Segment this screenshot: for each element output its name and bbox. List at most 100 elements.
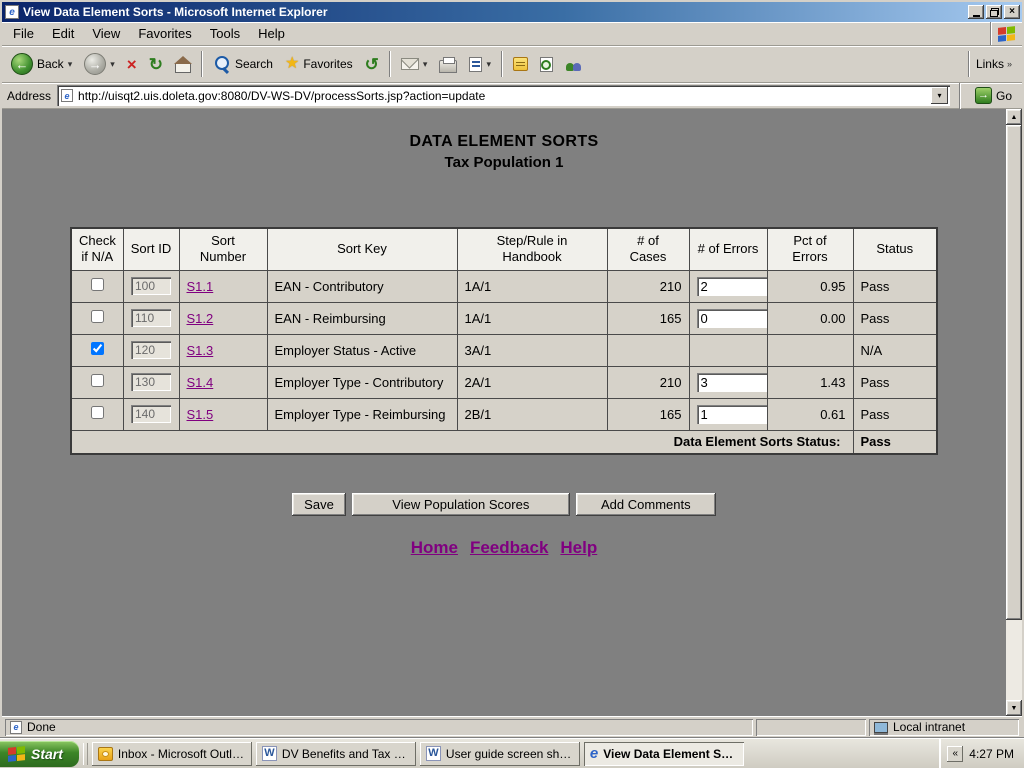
messenger-icon <box>565 57 582 71</box>
table-row: S1.2 EAN - Reimbursing 1A/1 165 0.00 Pas… <box>71 302 937 334</box>
mail-dropdown-icon[interactable]: ▾ <box>423 59 428 70</box>
status-cell: Pass <box>853 302 937 334</box>
start-button[interactable]: Start <box>0 741 79 767</box>
tray-expand-button[interactable]: « <box>947 746 963 762</box>
sort-number-link[interactable]: S1.2 <box>187 311 214 326</box>
sort-id-input[interactable] <box>131 373 171 391</box>
taskbar-item-word-1[interactable]: W DV Benefits and Tax Han... <box>256 742 416 766</box>
sort-number-link[interactable]: S1.1 <box>187 279 214 294</box>
ie-logo-icon: e <box>5 5 19 19</box>
menu-view[interactable]: View <box>83 23 129 44</box>
go-button[interactable]: → Go <box>970 84 1017 108</box>
address-input[interactable] <box>78 88 926 103</box>
sort-number-link[interactable]: S1.3 <box>187 343 214 358</box>
word-icon: W <box>426 746 441 761</box>
menu-tools[interactable]: Tools <box>201 23 249 44</box>
step-rule-cell: 1A/1 <box>457 270 607 302</box>
search-button[interactable]: Search <box>208 49 278 80</box>
security-zone-panel: Local intranet <box>869 719 1019 736</box>
sort-number-link[interactable]: S1.4 <box>187 375 214 390</box>
windows-logo <box>990 22 1022 45</box>
print-icon <box>439 60 457 73</box>
cases-cell: 210 <box>607 366 689 398</box>
col-header-pct: Pct of Errors <box>767 228 853 270</box>
overall-status-label: Data Element Sorts Status: <box>71 430 853 454</box>
scroll-down-button[interactable]: ▼ <box>1006 700 1022 716</box>
menu-favorites[interactable]: Favorites <box>129 23 200 44</box>
print-button[interactable] <box>434 49 462 80</box>
mail-button[interactable]: ▾ <box>396 49 433 80</box>
links-bar[interactable]: Links » <box>959 51 1018 77</box>
page-title: DATA ELEMENT SORTS <box>2 133 1006 151</box>
stop-button[interactable]: × <box>122 49 142 80</box>
na-checkbox[interactable] <box>91 342 104 355</box>
table-footer-row: Data Element Sorts Status: Pass <box>71 430 937 454</box>
restore-button[interactable] <box>986 5 1002 19</box>
menu-edit[interactable]: Edit <box>43 23 83 44</box>
vertical-scrollbar[interactable]: ▲ ▼ <box>1006 109 1022 716</box>
status-page-icon: e <box>10 721 22 734</box>
menu-help[interactable]: Help <box>249 23 294 44</box>
taskbar-item-word-2[interactable]: W User guide screen shots ... <box>420 742 580 766</box>
edit-button[interactable]: ▾ <box>464 49 496 80</box>
quick-launch-handle[interactable] <box>83 743 88 765</box>
sorts-table: Check if N/A Sort ID Sort Number Sort Ke… <box>70 227 938 455</box>
scrollbar-track[interactable] <box>1006 125 1022 700</box>
feedback-link[interactable]: Feedback <box>470 538 548 558</box>
links-chevron-icon[interactable]: » <box>1007 59 1012 69</box>
header-row: Check if N/A Sort ID Sort Number Sort Ke… <box>71 228 937 270</box>
cases-cell: 210 <box>607 270 689 302</box>
errors-input[interactable] <box>697 405 767 424</box>
toolbar-separator <box>501 51 503 77</box>
close-button[interactable]: × <box>1004 5 1020 19</box>
sort-id-input[interactable] <box>131 341 171 359</box>
address-bar: Address e ▾ → Go <box>2 83 1022 109</box>
research-button[interactable] <box>535 49 558 80</box>
menu-file[interactable]: File <box>4 23 43 44</box>
errors-input[interactable] <box>697 309 767 328</box>
add-comments-button[interactable]: Add Comments <box>576 493 716 516</box>
taskbar-item-outlook[interactable]: Inbox - Microsoft Outlook <box>92 742 252 766</box>
status-cell: Pass <box>853 398 937 430</box>
refresh-icon: ↻ <box>149 56 163 73</box>
view-population-scores-button[interactable]: View Population Scores <box>352 493 570 516</box>
refresh-button[interactable]: ↻ <box>144 49 168 80</box>
messenger-button[interactable] <box>560 49 587 80</box>
minimize-button[interactable] <box>968 5 984 19</box>
forward-dropdown-icon[interactable]: ▾ <box>110 59 115 70</box>
na-checkbox[interactable] <box>91 278 104 291</box>
edit-dropdown-icon[interactable]: ▾ <box>486 59 491 70</box>
favorites-button[interactable]: ★ Favorites <box>280 49 358 80</box>
back-button[interactable]: ← Back ▾ <box>6 49 77 80</box>
errors-input[interactable] <box>697 277 767 296</box>
home-link[interactable]: Home <box>411 538 458 558</box>
sort-id-input[interactable] <box>131 277 171 295</box>
na-checkbox[interactable] <box>91 310 104 323</box>
scrollbar-thumb[interactable] <box>1006 125 1022 620</box>
discuss-button[interactable] <box>508 49 533 80</box>
na-checkbox[interactable] <box>91 406 104 419</box>
col-header-sort-key: Sort Key <box>267 228 457 270</box>
taskbar-clock[interactable]: 4:27 PM <box>969 747 1014 761</box>
status-message-panel: e Done <box>5 719 753 736</box>
taskbar-item-label: DV Benefits and Tax Han... <box>282 747 410 761</box>
errors-input[interactable] <box>697 373 767 392</box>
forward-button[interactable]: → ▾ <box>79 49 120 80</box>
pct-cell: 0.61 <box>767 398 853 430</box>
address-dropdown-button[interactable]: ▾ <box>931 87 948 104</box>
taskbar-item-ie-active[interactable]: e View Data Element So... <box>584 742 744 766</box>
sort-id-input[interactable] <box>131 309 171 327</box>
sort-id-input[interactable] <box>131 405 171 423</box>
col-header-sort-number: Sort Number <box>179 228 267 270</box>
scroll-up-button[interactable]: ▲ <box>1006 109 1022 125</box>
title-bar: e View Data Element Sorts - Microsoft In… <box>2 2 1022 22</box>
help-link[interactable]: Help <box>560 538 597 558</box>
save-button[interactable]: Save <box>292 493 346 516</box>
browser-viewport: DATA ELEMENT SORTS Tax Population 1 Chec… <box>2 109 1022 716</box>
na-checkbox[interactable] <box>91 374 104 387</box>
taskbar-item-label: Inbox - Microsoft Outlook <box>118 747 246 761</box>
home-button[interactable] <box>170 49 196 80</box>
sort-number-link[interactable]: S1.5 <box>187 407 214 422</box>
back-dropdown-icon[interactable]: ▾ <box>68 59 73 70</box>
history-button[interactable]: ↺ <box>360 49 384 80</box>
